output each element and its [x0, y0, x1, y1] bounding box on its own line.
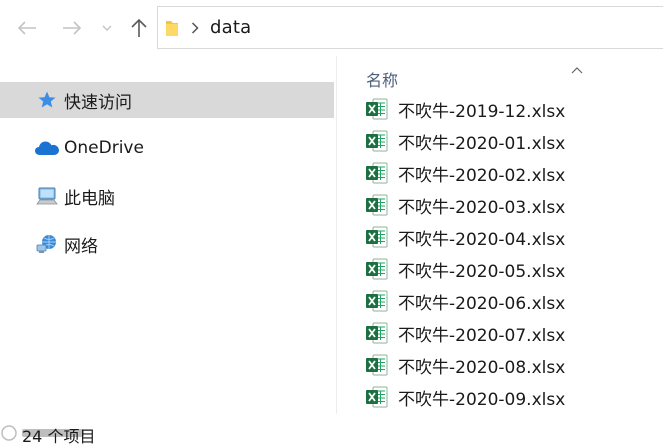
file-row[interactable]: 不吹牛-2020-09.xlsx [337, 380, 663, 412]
address-path[interactable]: data [210, 17, 251, 38]
item-count: 24 个项目 [22, 427, 96, 446]
computer-icon [36, 185, 58, 207]
sidebar-item-network[interactable]: 网络 [0, 226, 334, 262]
file-name: 不吹牛-2020-04.xlsx [398, 230, 566, 250]
navigation-bar: data [0, 0, 663, 56]
excel-file-icon [365, 162, 389, 184]
arrow-right-icon [63, 21, 82, 35]
excel-file-icon [365, 226, 389, 248]
excel-file-icon [365, 98, 389, 120]
file-explorer-window: data 快速访问 OneDrive 此电脑 网络 名称 不吹牛-2019-12… [0, 0, 663, 448]
sidebar-item-onedrive[interactable]: OneDrive [0, 130, 334, 166]
excel-file-icon [365, 258, 389, 280]
sidebar-item-label: 网络 [64, 236, 98, 257]
file-name: 不吹牛-2020-06.xlsx [398, 294, 566, 314]
file-row[interactable]: 不吹牛-2020-02.xlsx [337, 156, 663, 188]
file-name: 不吹牛-2020-08.xlsx [398, 358, 566, 378]
excel-file-icon [365, 386, 389, 408]
column-header-name[interactable]: 名称 [366, 67, 398, 91]
file-row[interactable]: 不吹牛-2020-03.xlsx [337, 188, 663, 220]
chevron-right-icon[interactable] [191, 21, 199, 34]
arrow-up-icon [131, 18, 147, 37]
address-bar[interactable]: data [157, 6, 663, 49]
file-row[interactable]: 不吹牛-2020-07.xlsx [337, 316, 663, 348]
recent-locations-button[interactable] [97, 12, 117, 44]
arrow-left-icon [17, 21, 36, 35]
file-name: 不吹牛-2020-09.xlsx [398, 390, 566, 410]
file-name: 不吹牛-2019-12.xlsx [398, 102, 566, 122]
file-name: 不吹牛-2020-03.xlsx [398, 198, 566, 218]
up-button[interactable] [124, 12, 154, 44]
file-row[interactable]: 不吹牛-2020-05.xlsx [337, 252, 663, 284]
forward-button[interactable] [57, 12, 87, 44]
chevron-down-icon [102, 25, 112, 31]
star-pin-icon [36, 89, 58, 111]
cloud-icon [34, 137, 60, 159]
folder-icon [165, 18, 179, 38]
sort-ascending-icon [571, 59, 583, 78]
file-row[interactable]: 不吹牛-2020-01.xlsx [337, 124, 663, 156]
sidebar-item-label: 快速访问 [64, 92, 132, 113]
sidebar-item-quick-access[interactable]: 快速访问 [0, 82, 334, 118]
file-name: 不吹牛-2020-01.xlsx [398, 134, 566, 154]
file-row[interactable]: 不吹牛-2020-04.xlsx [337, 220, 663, 252]
status-bar: 24 个项目 [0, 416, 663, 448]
navigation-pane: 快速访问 OneDrive 此电脑 网络 [0, 56, 336, 416]
sidebar-item-label: 此电脑 [64, 188, 115, 209]
excel-file-icon [365, 194, 389, 216]
file-row[interactable]: 不吹牛-2020-06.xlsx [337, 284, 663, 316]
sidebar-item-this-pc[interactable]: 此电脑 [0, 178, 334, 214]
sidebar-item-label: OneDrive [64, 138, 144, 158]
network-icon [36, 233, 58, 255]
file-row[interactable]: 不吹牛-2019-12.xlsx [337, 92, 663, 124]
file-name: 不吹牛-2020-05.xlsx [398, 262, 566, 282]
file-name: 不吹牛-2020-02.xlsx [398, 166, 566, 186]
file-list: 名称 不吹牛-2019-12.xlsx 不吹牛-2020-01.xlsx 不吹牛-2… [337, 56, 663, 416]
excel-file-icon [365, 322, 389, 344]
excel-file-icon [365, 130, 389, 152]
excel-file-icon [365, 354, 389, 376]
back-button[interactable] [12, 12, 42, 44]
excel-file-icon [365, 290, 389, 312]
file-name: 不吹牛-2020-07.xlsx [398, 326, 566, 346]
file-row[interactable]: 不吹牛-2020-08.xlsx [337, 348, 663, 380]
